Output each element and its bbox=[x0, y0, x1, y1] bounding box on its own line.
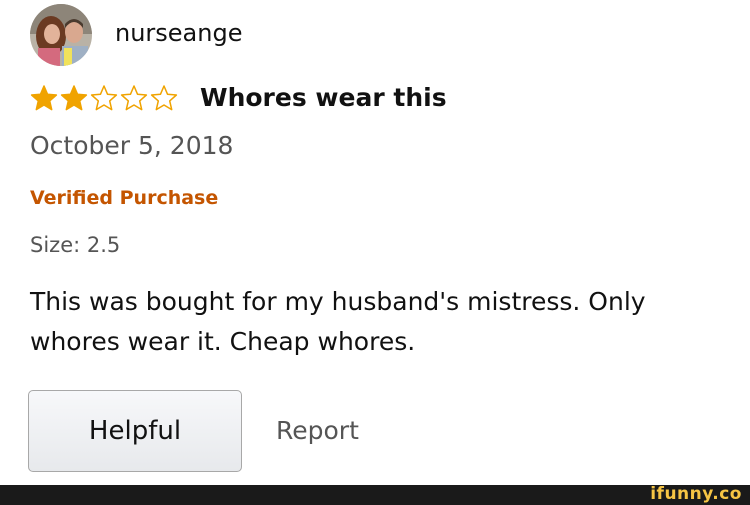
star-empty-icon bbox=[150, 84, 178, 112]
verified-purchase-badge: Verified Purchase bbox=[30, 187, 219, 209]
watermark-bar: ifunny.co bbox=[0, 484, 750, 505]
review-body: This was bought for my husband's mistres… bbox=[30, 287, 646, 356]
report-link[interactable]: Report bbox=[276, 414, 359, 448]
avatar[interactable] bbox=[30, 4, 92, 66]
star-filled-icon bbox=[30, 84, 58, 112]
size-label: Size: 2.5 bbox=[30, 233, 121, 257]
reviewer-name[interactable]: nurseange bbox=[115, 17, 242, 49]
star-empty-icon bbox=[90, 84, 118, 112]
review-title: Whores wear this bbox=[200, 83, 447, 112]
ifunny-watermark: ifunny.co bbox=[650, 484, 742, 504]
star-filled-icon bbox=[60, 84, 88, 112]
review-date: October 5, 2018 bbox=[30, 131, 234, 160]
star-rating bbox=[30, 84, 180, 112]
review-card: nurseange Whores wear this October 5, 20… bbox=[0, 0, 750, 485]
helpful-button[interactable]: Helpful bbox=[28, 390, 242, 472]
star-empty-icon bbox=[120, 84, 148, 112]
